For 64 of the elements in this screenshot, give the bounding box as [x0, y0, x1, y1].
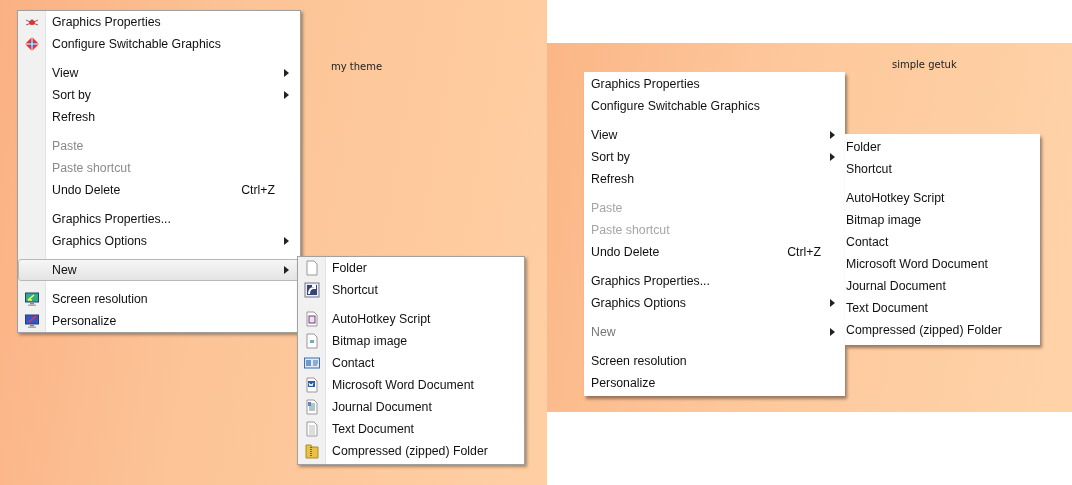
- diamond-icon: [24, 36, 40, 52]
- document-icon: [304, 311, 320, 327]
- menu-item[interactable]: Personalize: [584, 372, 845, 394]
- monitor-icon: [24, 291, 40, 307]
- menu-item[interactable]: Graphics Properties...: [19, 208, 299, 230]
- menu-item[interactable]: Graphics Properties...: [584, 270, 845, 292]
- menu-item[interactable]: Text Document: [845, 297, 1040, 319]
- submenu-arrow-icon: [284, 266, 289, 274]
- document-icon: [304, 377, 320, 393]
- submenu-arrow-icon: [284, 237, 289, 245]
- menu-item[interactable]: View: [584, 124, 845, 146]
- shortcut-text: Ctrl+Z: [241, 183, 275, 197]
- document-icon: [304, 399, 320, 415]
- menu-item[interactable]: Graphics Options: [584, 292, 845, 314]
- menu-item[interactable]: Shortcut: [299, 279, 523, 301]
- menu-item[interactable]: Graphics Properties: [584, 73, 845, 95]
- menu-item[interactable]: Personalize: [19, 310, 299, 332]
- submenu-arrow-icon: [830, 153, 835, 161]
- menu-item[interactable]: View: [19, 62, 299, 84]
- menu-item[interactable]: AutoHotkey Script: [299, 308, 523, 330]
- menu-item[interactable]: Graphics Properties: [19, 11, 299, 33]
- menu-item[interactable]: Screen resolution: [19, 288, 299, 310]
- menu-item[interactable]: AutoHotkey Script: [845, 187, 1040, 209]
- menu-item[interactable]: Undo Delete Ctrl+Z: [584, 241, 845, 263]
- menu-item[interactable]: Contact: [299, 352, 523, 374]
- zip-folder-icon: [304, 443, 320, 459]
- submenu-arrow-icon: [830, 299, 835, 307]
- menu-item[interactable]: Compressed (zipped) Folder: [299, 440, 523, 462]
- menu-item[interactable]: Journal Document: [845, 275, 1040, 297]
- menu-item[interactable]: New: [18, 259, 300, 281]
- theme-caption: simple getuk: [892, 59, 957, 70]
- blank-page-icon: [304, 260, 320, 276]
- menu-item[interactable]: Sort by: [19, 84, 299, 106]
- text-file-icon: [304, 421, 320, 437]
- menu-item[interactable]: Configure Switchable Graphics: [19, 33, 299, 55]
- menu-item[interactable]: Refresh: [584, 168, 845, 190]
- menu-item[interactable]: Shortcut: [845, 158, 1040, 180]
- menu-item[interactable]: Undo Delete Ctrl+Z: [19, 179, 299, 201]
- menu-item[interactable]: Bitmap image: [299, 330, 523, 352]
- menu-item[interactable]: Folder: [299, 257, 523, 279]
- shortcut-icon: [304, 282, 320, 298]
- document-icon: [304, 333, 320, 349]
- submenu-arrow-icon: [830, 328, 835, 336]
- menu-item[interactable]: Journal Document: [299, 396, 523, 418]
- theme-caption: my theme: [331, 61, 383, 72]
- menu-item[interactable]: Refresh: [19, 106, 299, 128]
- submenu-arrow-icon: [284, 69, 289, 77]
- menu-item[interactable]: Compressed (zipped) Folder: [845, 319, 1040, 341]
- menu-item[interactable]: Configure Switchable Graphics: [584, 95, 845, 117]
- menu-item[interactable]: Contact: [845, 231, 1040, 253]
- menu-item[interactable]: Sort by: [584, 146, 845, 168]
- submenu-arrow-icon: [830, 131, 835, 139]
- shortcut-text: Ctrl+Z: [787, 245, 821, 259]
- menu-item[interactable]: Bitmap image: [845, 209, 1040, 231]
- menu-item[interactable]: Graphics Options: [19, 230, 299, 252]
- monitor-icon: [24, 313, 40, 329]
- menu-item[interactable]: Microsoft Word Document: [299, 374, 523, 396]
- menu-item[interactable]: New: [584, 321, 845, 343]
- menu-item[interactable]: Text Document: [299, 418, 523, 440]
- submenu-arrow-icon: [284, 91, 289, 99]
- menu-item[interactable]: Folder: [845, 136, 1040, 158]
- menu-item[interactable]: Screen resolution: [584, 350, 845, 372]
- contact-card-icon: [304, 355, 320, 371]
- menu-item[interactable]: Microsoft Word Document: [845, 253, 1040, 275]
